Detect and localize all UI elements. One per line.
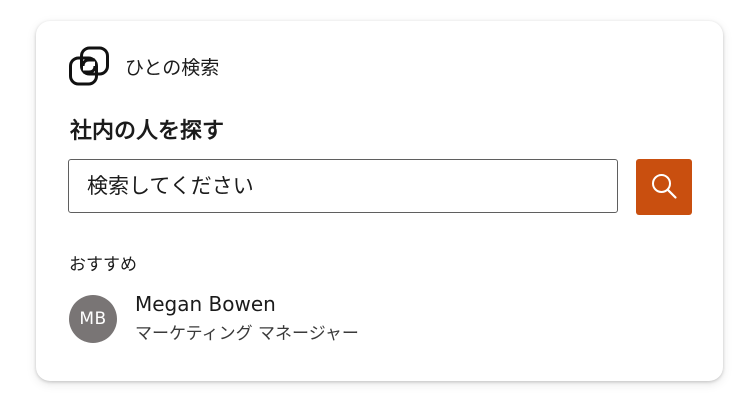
search-button[interactable] [636,159,692,215]
search-input[interactable] [68,159,618,213]
recommended-person[interactable]: MB Megan Bowen マーケティング マネージャー [69,289,359,349]
people-search-logo-icon [68,45,110,87]
people-search-card: ひとの検索 社内の人を探す おすすめ MB Megan Bowen マーケティン… [36,21,723,381]
avatar: MB [69,295,117,343]
card-header: ひとの検索 [68,45,219,87]
recommendations-label: おすすめ [69,255,137,275]
search-icon [650,172,678,203]
section-title: 社内の人を探す [70,119,225,144]
person-details: Megan Bowen マーケティング マネージャー [135,289,359,349]
person-name[interactable]: Megan Bowen [135,289,359,319]
person-job-title: マーケティング マネージャー [135,324,359,344]
app-title: ひとの検索 [125,56,220,79]
